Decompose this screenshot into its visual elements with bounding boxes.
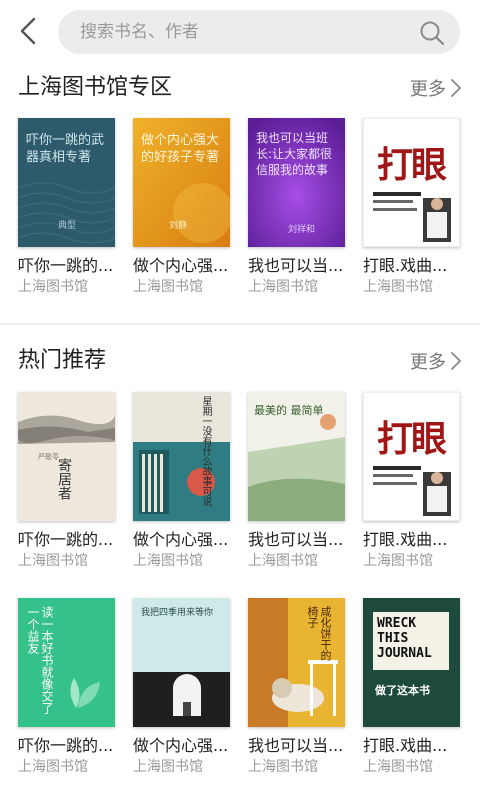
book-title[interactable]: 吓你一跳的... xyxy=(18,255,118,277)
book-card[interactable]: 打眼 打眼.戏曲... 上海图书馆 xyxy=(363,118,463,297)
more-button[interactable]: 更多 xyxy=(410,341,462,381)
book-card[interactable]: 做个内心强大的好孩子专著 刘静 做个内心强... 上海图书馆 xyxy=(133,118,233,297)
book-library: 上海图书馆 xyxy=(363,553,433,569)
cover-title: 寄居者 xyxy=(56,458,72,500)
book-card[interactable]: WRECK THIS JOURNAL 做了这本书 打眼.戏曲... 上海图书馆 xyxy=(363,598,463,777)
search-input[interactable]: 搜索书名、作者 xyxy=(58,10,460,54)
book-cover[interactable]: 我把四季用来等你 xyxy=(133,598,230,727)
book-title[interactable]: 做个内心强... xyxy=(133,735,233,757)
book-library: 上海图书馆 xyxy=(363,759,433,775)
book-library: 上海图书馆 xyxy=(248,553,318,569)
more-button[interactable]: 更多 xyxy=(410,68,462,108)
book-card[interactable]: 我也可以当班长:让大家都很信服我的故事 刘祥和 我也可以当... 上海图书馆 xyxy=(248,118,348,297)
book-card[interactable]: 咸化饼干的椅子 我也可以当... 上海图书馆 xyxy=(248,598,348,777)
search-placeholder: 搜索书名、作者 xyxy=(80,22,199,42)
book-cover[interactable]: 打眼 xyxy=(363,118,460,247)
book-title[interactable]: 打眼.戏曲... xyxy=(363,735,463,757)
cover-title: 咸化饼干的椅子 xyxy=(306,606,332,661)
cover-author: 严歌苓 xyxy=(38,453,59,461)
book-title[interactable]: 我也可以当... xyxy=(248,255,348,277)
more-label: 更多 xyxy=(410,352,446,373)
book-library: 上海图书馆 xyxy=(363,279,433,295)
book-title[interactable]: 我也可以当... xyxy=(248,529,348,551)
cover-author: 做了这本书 xyxy=(375,684,430,697)
book-library: 上海图书馆 xyxy=(133,553,203,569)
book-cover[interactable]: 星期一没有什么故事可说 xyxy=(133,392,230,521)
cover-author: 典型 xyxy=(58,221,77,231)
search-icon[interactable] xyxy=(418,19,446,47)
cover-title: 我把四季用来等你 xyxy=(141,608,214,618)
book-title[interactable]: 做个内心强... xyxy=(133,255,233,277)
book-cover[interactable]: 读一本好书就像交了一个益友 xyxy=(18,598,115,727)
cover-author: 刘静 xyxy=(169,221,188,231)
section-title: 上海图书馆专区 xyxy=(18,75,173,100)
book-title[interactable]: 吓你一跳的... xyxy=(18,735,118,757)
book-cover[interactable]: 咸化饼干的椅子 xyxy=(248,598,345,727)
book-title[interactable]: 我也可以当... xyxy=(248,735,348,757)
book-cover[interactable]: 吓你一跳的武器真相专著 典型 xyxy=(18,118,115,247)
back-button[interactable] xyxy=(12,14,44,48)
cover-title: 读一本好书就像交了一个益友 xyxy=(26,606,54,714)
cover-title: 星期一没有什么故事可说 xyxy=(200,396,211,506)
section-header-recommended: 热门推荐 更多 xyxy=(0,341,480,381)
top-bar: 搜索书名、作者 xyxy=(0,0,480,62)
book-library: 上海图书馆 xyxy=(18,553,88,569)
book-card[interactable]: 打眼 打眼.戏曲... 上海图书馆 xyxy=(363,392,463,571)
cover-title: 打眼 xyxy=(377,419,447,460)
cover-title: 吓你一跳的武器真相专著 xyxy=(26,133,105,165)
book-library: 上海图书馆 xyxy=(133,279,203,295)
book-title[interactable]: 打眼.戏曲... xyxy=(363,529,463,551)
more-label: 更多 xyxy=(410,79,446,100)
book-card[interactable]: 我把四季用来等你 做个内心强... 上海图书馆 xyxy=(133,598,233,777)
cover-title: WRECK THIS JOURNAL xyxy=(377,616,432,661)
cover-title: 最美的 最简单 xyxy=(254,404,324,417)
book-library: 上海图书馆 xyxy=(18,279,88,295)
book-title[interactable]: 打眼.戏曲... xyxy=(363,255,463,277)
book-cover[interactable]: 做个内心强大的好孩子专著 刘静 xyxy=(133,118,230,247)
chevron-left-icon xyxy=(20,17,36,45)
cover-title: 打眼 xyxy=(377,145,447,186)
cover-title: 做个内心强大的好孩子专著 xyxy=(141,133,220,165)
section-header-shanghai-library: 上海图书馆专区 更多 xyxy=(0,68,480,108)
cover-title: 我也可以当班长:让大家都很信服我的故事 xyxy=(256,131,333,177)
chevron-right-icon xyxy=(451,79,461,97)
book-title[interactable]: 吓你一跳的... xyxy=(18,529,118,551)
section-divider xyxy=(0,323,480,325)
book-cover[interactable]: 寄居者 严歌苓 xyxy=(18,392,115,521)
book-title[interactable]: 做个内心强... xyxy=(133,529,233,551)
chevron-right-icon xyxy=(451,352,461,370)
book-card[interactable]: 寄居者 严歌苓 吓你一跳的... 上海图书馆 xyxy=(18,392,118,571)
book-library: 上海图书馆 xyxy=(133,759,203,775)
book-cover[interactable]: 打眼 xyxy=(363,392,460,521)
book-card[interactable]: 最美的 最简单 我也可以当... 上海图书馆 xyxy=(248,392,348,571)
book-cover[interactable]: WRECK THIS JOURNAL 做了这本书 xyxy=(363,598,460,727)
book-library: 上海图书馆 xyxy=(248,759,318,775)
book-library: 上海图书馆 xyxy=(248,279,318,295)
book-card[interactable]: 星期一没有什么故事可说 做个内心强... 上海图书馆 xyxy=(133,392,233,571)
book-card[interactable]: 吓你一跳的武器真相专著 典型 吓你一跳的... 上海图书馆 xyxy=(18,118,118,297)
book-cover[interactable]: 我也可以当班长:让大家都很信服我的故事 刘祥和 xyxy=(248,118,345,247)
section-title: 热门推荐 xyxy=(18,348,107,373)
book-card[interactable]: 读一本好书就像交了一个益友 吓你一跳的... 上海图书馆 xyxy=(18,598,118,777)
cover-author: 刘祥和 xyxy=(288,225,316,235)
book-library: 上海图书馆 xyxy=(18,759,88,775)
book-cover[interactable]: 最美的 最简单 xyxy=(248,392,345,521)
